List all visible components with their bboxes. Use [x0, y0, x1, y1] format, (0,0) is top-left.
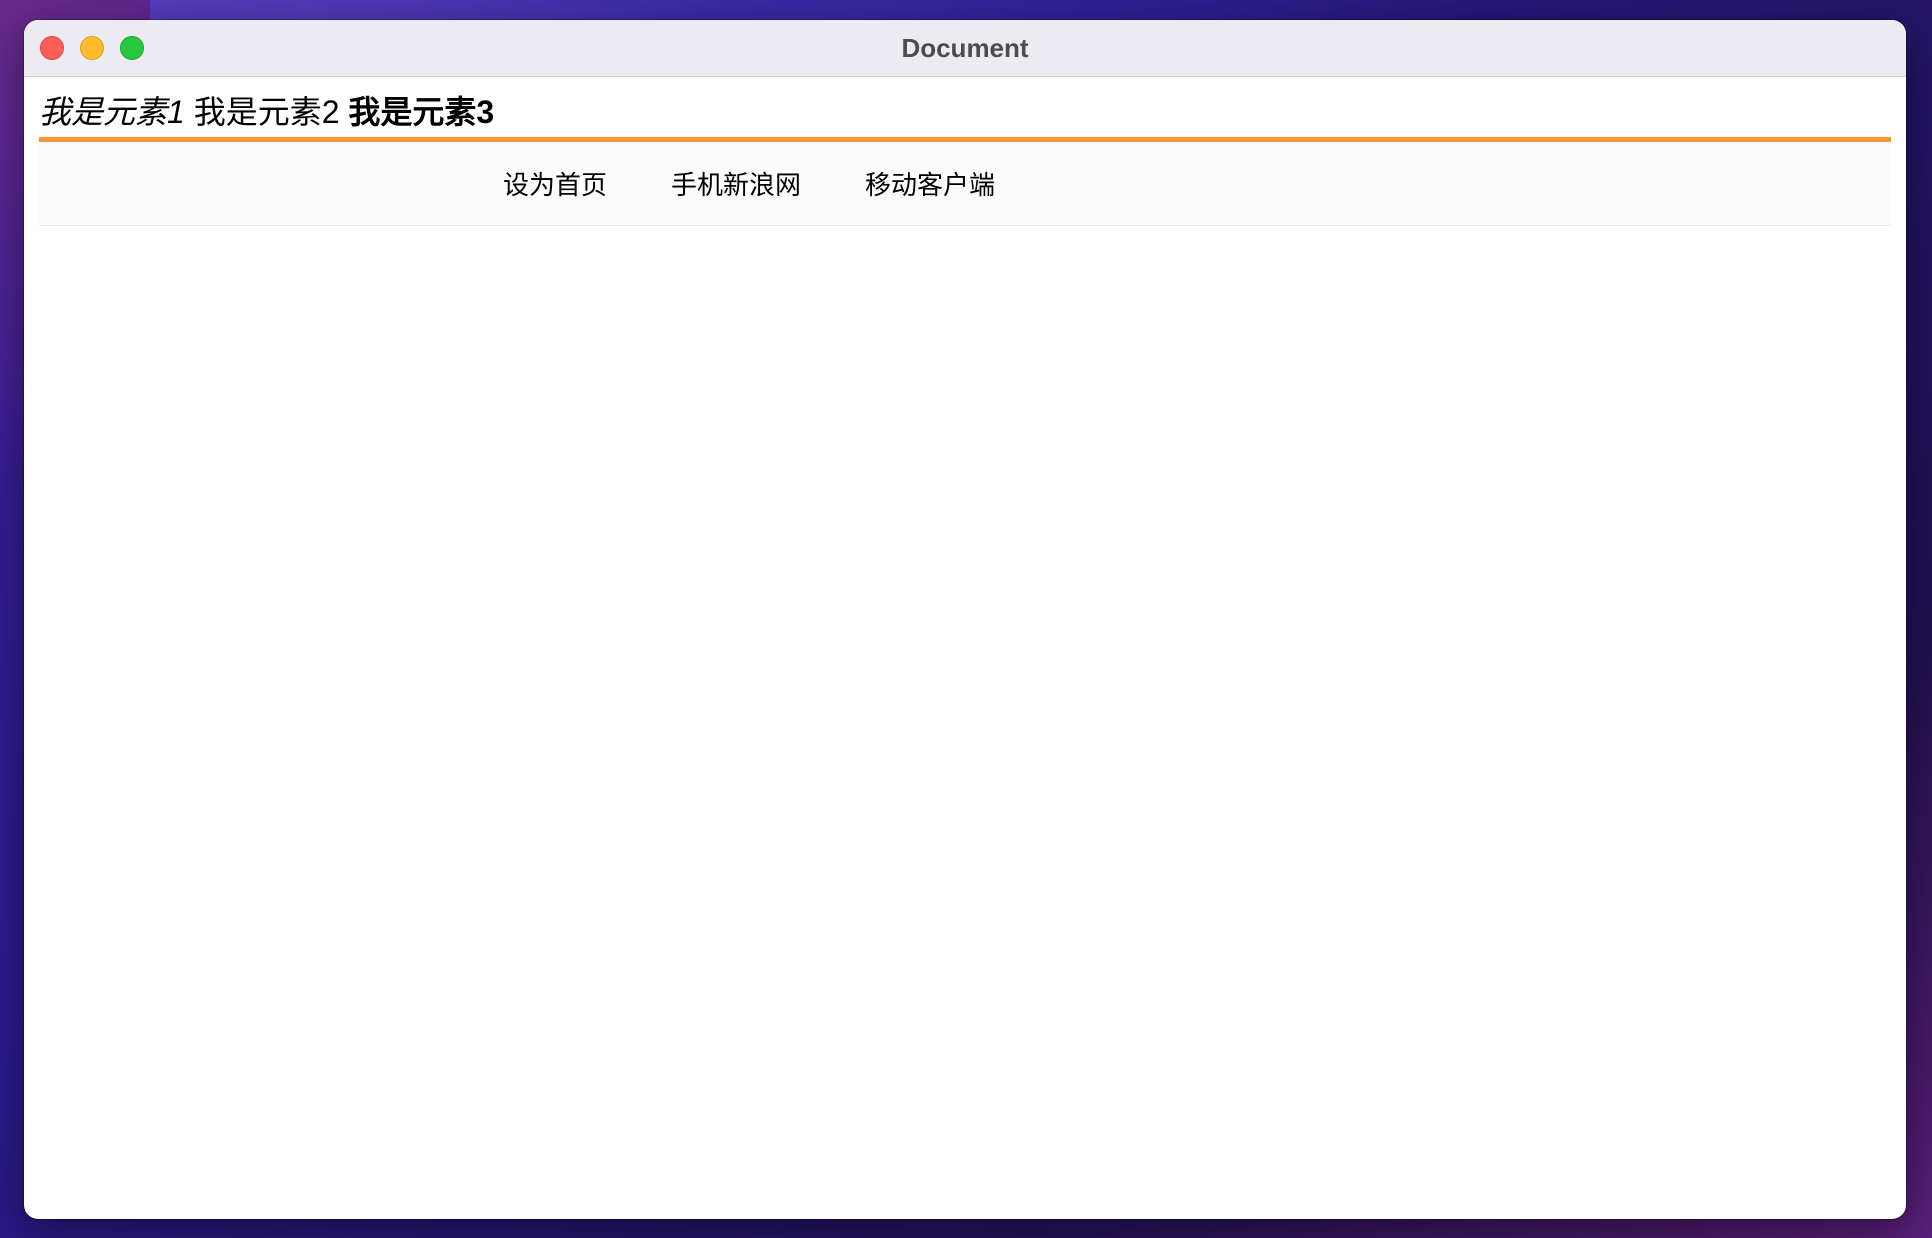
nav-link-mobile-client[interactable]: 移动客户端 [833, 165, 1027, 202]
nav-links: 设为首页 手机新浪网 移动客户端 [471, 142, 1027, 225]
element-1-italic: 我是元素1 [39, 94, 185, 130]
nav-link-set-homepage[interactable]: 设为首页 [471, 165, 639, 202]
nav-link-mobile-sina[interactable]: 手机新浪网 [639, 165, 833, 202]
window-title: Document [901, 33, 1029, 63]
element-2-normal: 我是元素2 [193, 94, 340, 130]
element-3-bold: 我是元素3 [348, 94, 495, 130]
browser-window: Document 我是元素1 我是元素2 我是元素3 设为首页 手机新浪网 移动… [24, 20, 1906, 1219]
top-nav-bar: 设为首页 手机新浪网 移动客户端 [39, 137, 1891, 226]
page-content: 我是元素1 我是元素2 我是元素3 设为首页 手机新浪网 移动客户端 [24, 77, 1906, 226]
inline-elements: 我是元素1 我是元素2 我是元素3 [39, 77, 1891, 137]
title-bar: Document [24, 20, 1906, 77]
